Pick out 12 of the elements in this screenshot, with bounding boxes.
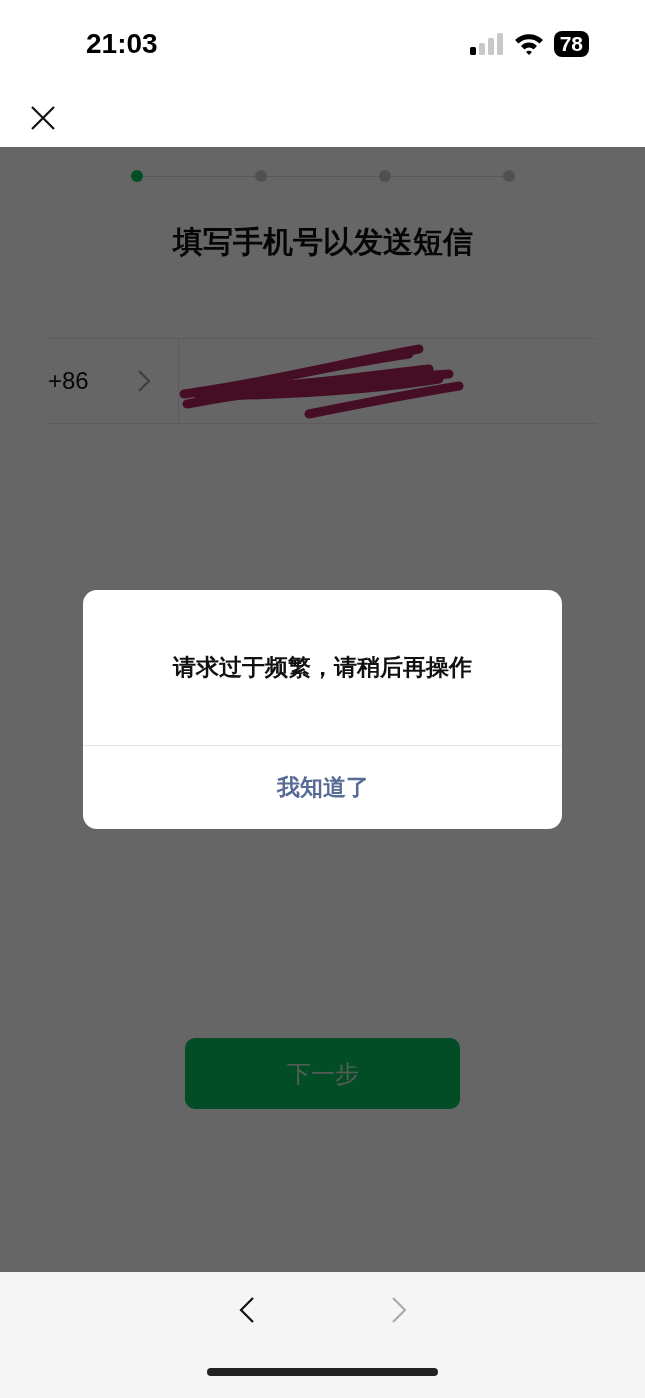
status-time: 21:03 xyxy=(86,28,158,60)
dialog-message: 请求过于频繁，请稍后再操作 xyxy=(83,590,562,746)
battery-indicator: 78 xyxy=(553,31,589,57)
close-icon[interactable] xyxy=(31,105,55,130)
country-code-selector[interactable]: +86 xyxy=(48,367,138,395)
acknowledge-button[interactable]: 我知道了 xyxy=(83,746,562,829)
back-icon[interactable] xyxy=(237,1296,256,1324)
signal-icon xyxy=(469,33,504,55)
forward-icon[interactable] xyxy=(389,1296,408,1324)
wifi-icon xyxy=(513,33,544,55)
chevron-icon[interactable] xyxy=(138,370,150,392)
page-title: 填写手机号以发送短信 xyxy=(172,223,473,261)
